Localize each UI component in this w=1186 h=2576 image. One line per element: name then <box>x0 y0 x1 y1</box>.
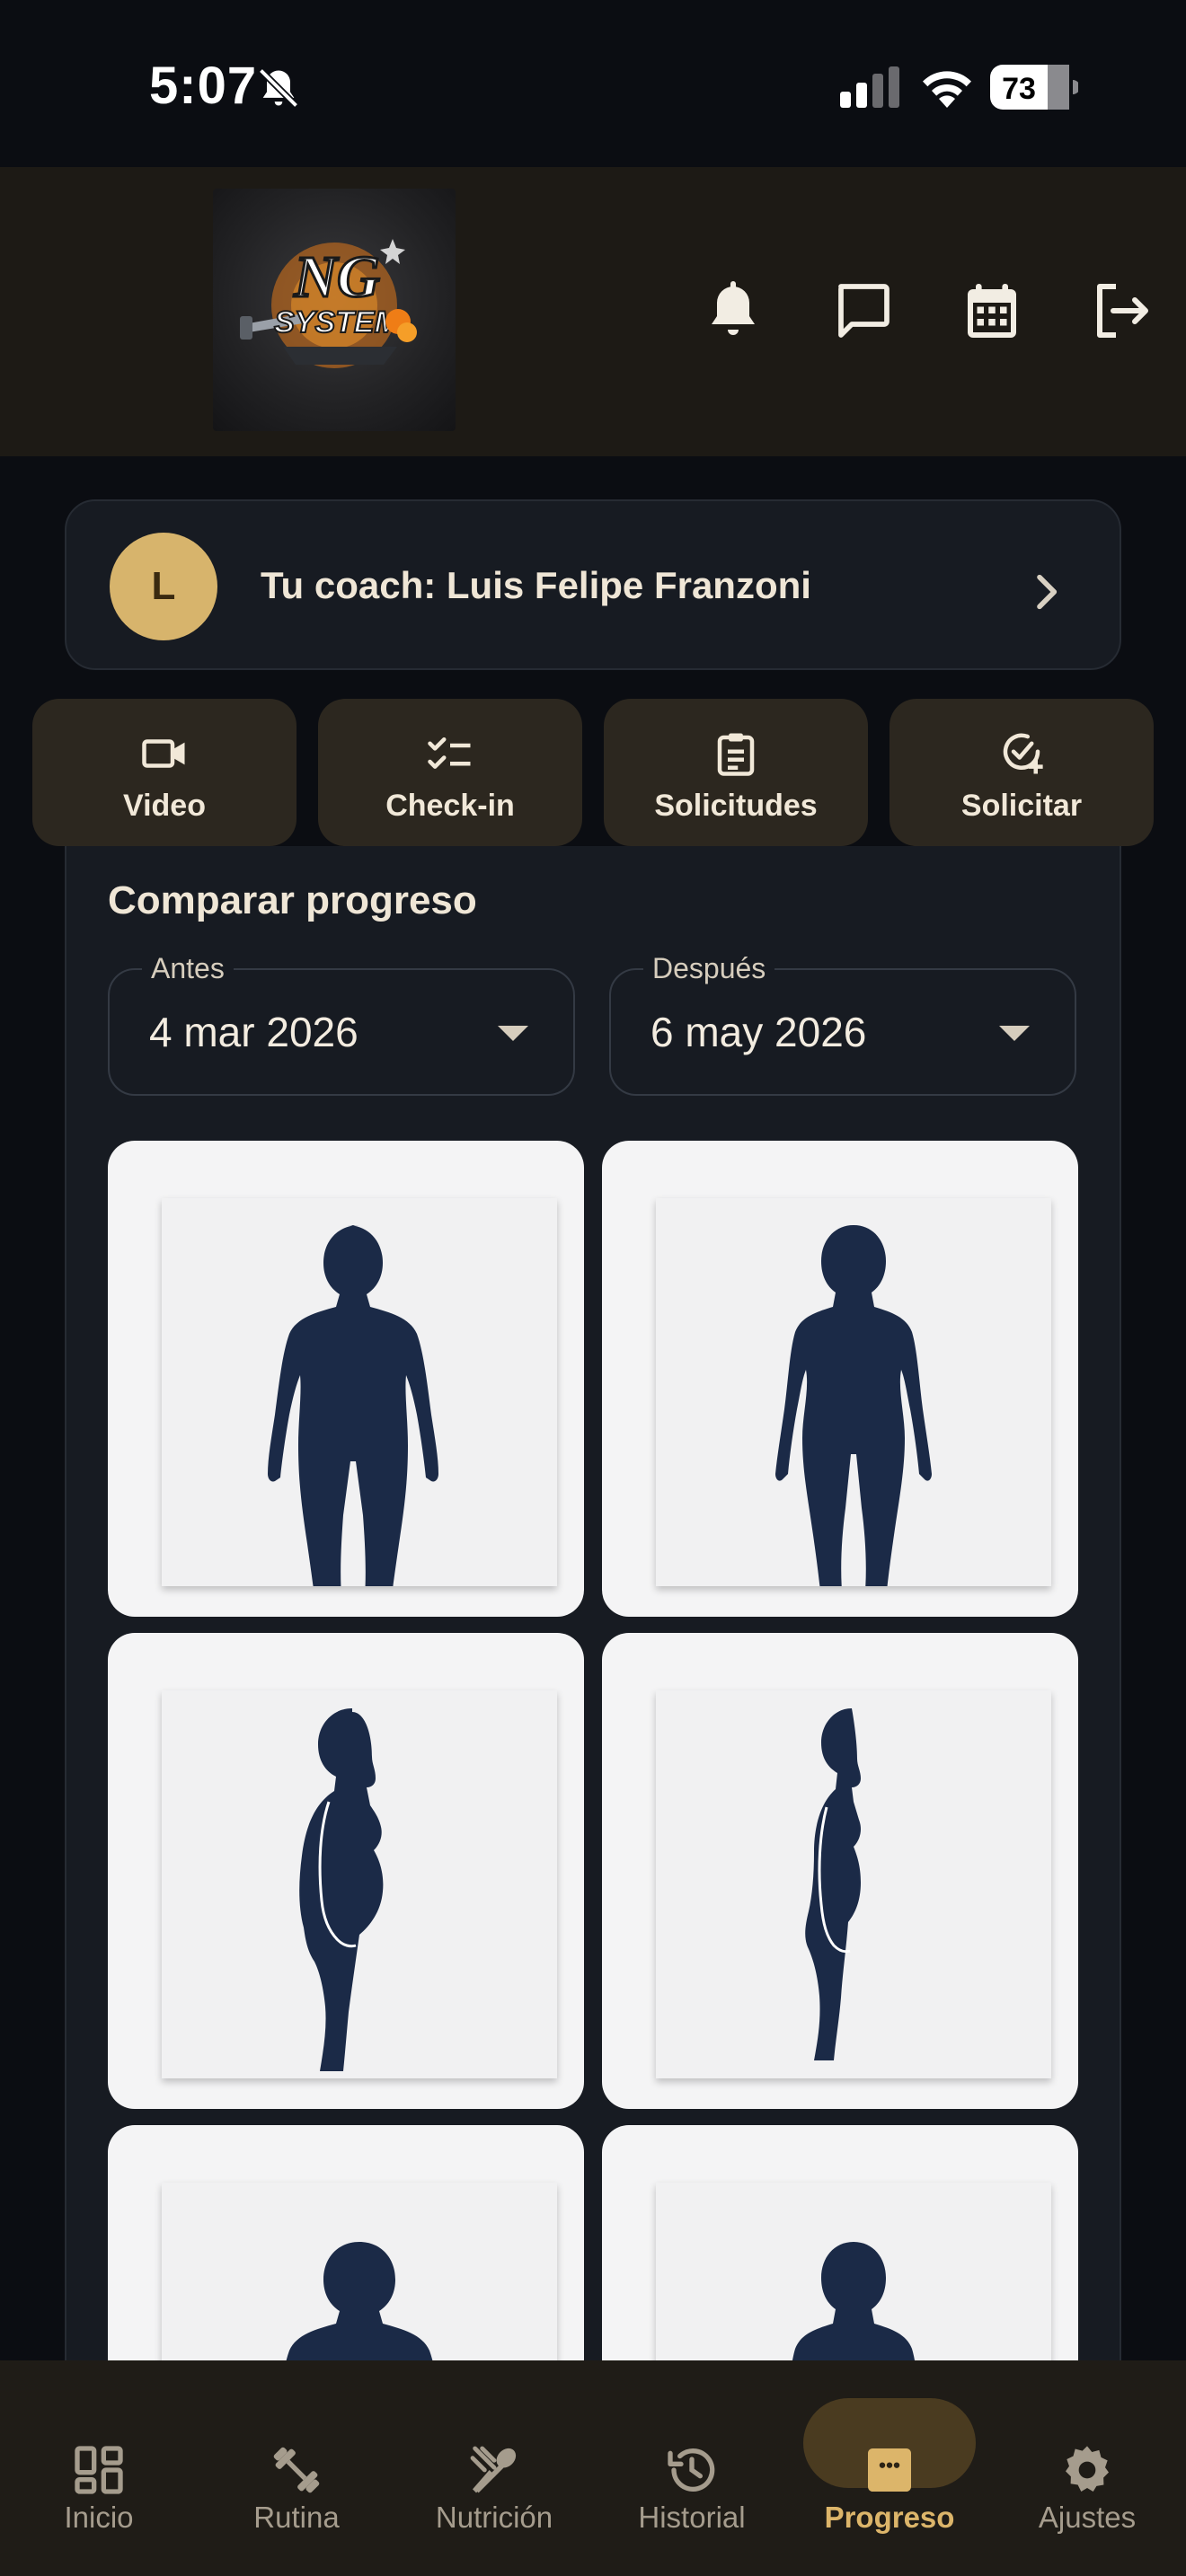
compare-title: Comparar progreso <box>108 878 477 922</box>
add-check-icon <box>1003 733 1043 774</box>
video-icon <box>142 739 185 768</box>
nav-label-nutricion: Nutrición <box>435 2501 553 2534</box>
front-silhouette-image <box>775 1225 932 1586</box>
svg-text:NG: NG <box>293 244 379 310</box>
after-date-select[interactable]: 6 may 2026 <box>609 968 1076 1096</box>
dropdown-arrow-icon <box>999 1026 1030 1041</box>
before-date-label: Antes <box>142 952 234 985</box>
check-in-button[interactable]: Check-in <box>318 699 582 846</box>
after-side-photo[interactable] <box>602 1633 1078 2109</box>
nav-item-nutricion[interactable]: Nutrición <box>395 2360 593 2576</box>
video-label: Video <box>123 789 206 823</box>
fitness-icon <box>273 2447 320 2493</box>
notifications-icon[interactable] <box>701 278 766 343</box>
before-front-photo[interactable] <box>108 1141 584 1617</box>
solicitar-label: Solicitar <box>960 789 1083 823</box>
dashboard-icon <box>75 2446 123 2494</box>
battery-icon: 73 <box>990 65 1078 110</box>
side-silhouette-image <box>805 1708 861 2060</box>
nav-label-historial: Historial <box>638 2501 746 2534</box>
svg-text:SYSTEM: SYSTEM <box>274 305 400 340</box>
chat-icon[interactable] <box>830 278 895 343</box>
chevron-right-icon <box>1037 574 1058 610</box>
logout-icon[interactable] <box>1089 278 1154 343</box>
coach-label: Tu coach: Luis Felipe Franzoni <box>261 564 811 606</box>
after-date-label: Después <box>643 952 775 985</box>
before-side-photo[interactable] <box>108 1633 584 2109</box>
after-date-value: 6 may 2026 <box>651 1009 867 1055</box>
history-icon <box>668 2448 715 2492</box>
settings-icon <box>1066 2446 1109 2492</box>
solicitar-button[interactable]: Solicitar <box>890 699 1154 846</box>
nav-label-progreso: Progreso <box>824 2501 955 2534</box>
wifi-icon <box>923 71 971 108</box>
solicitudes-label: Solicitudes <box>654 789 818 823</box>
nav-label-inicio: Inicio <box>64 2501 134 2534</box>
utensils-icon <box>470 2446 517 2493</box>
front-silhouette-image <box>268 1225 438 1586</box>
app-header: NG SYSTEM <box>0 167 1186 456</box>
coach-avatar: L <box>110 533 217 640</box>
battery-level: 73 <box>1002 72 1036 106</box>
status-bar: 5:07 73 <box>0 0 1186 167</box>
bell-off-icon <box>258 67 299 109</box>
brand-logo: NG SYSTEM <box>213 189 456 431</box>
nav-label-rutina: Rutina <box>253 2501 340 2534</box>
nav-item-historial[interactable]: Historial <box>593 2360 791 2576</box>
video-button[interactable]: Video <box>32 699 296 846</box>
clipboard-icon <box>717 733 755 776</box>
before-date-value: 4 mar 2026 <box>149 1009 358 1055</box>
nav-label-ajustes: Ajustes <box>1038 2501 1137 2534</box>
progress-icon <box>868 2448 911 2492</box>
checklist-icon <box>428 737 471 769</box>
status-time: 5:07 <box>149 57 258 115</box>
bottom-navigation: Inicio Rutina Nutrición Historial Progre… <box>0 2360 1186 2576</box>
check-in-label: Check-in <box>385 789 515 823</box>
dropdown-arrow-icon <box>498 1026 528 1041</box>
calendar-icon[interactable] <box>960 278 1024 343</box>
before-date-select[interactable]: 4 mar 2026 <box>108 968 575 1096</box>
nav-item-progreso[interactable]: Progreso <box>791 2360 988 2576</box>
side-silhouette-image <box>299 1708 384 2071</box>
cellular-signal-icon <box>840 66 899 108</box>
after-front-photo[interactable] <box>602 1141 1078 1617</box>
nav-item-ajustes[interactable]: Ajustes <box>988 2360 1186 2576</box>
nav-item-rutina[interactable]: Rutina <box>198 2360 395 2576</box>
coach-card[interactable]: L Tu coach: Luis Felipe Franzoni <box>65 499 1121 670</box>
solicitudes-button[interactable]: Solicitudes <box>604 699 868 846</box>
nav-item-inicio[interactable]: Inicio <box>0 2360 198 2576</box>
